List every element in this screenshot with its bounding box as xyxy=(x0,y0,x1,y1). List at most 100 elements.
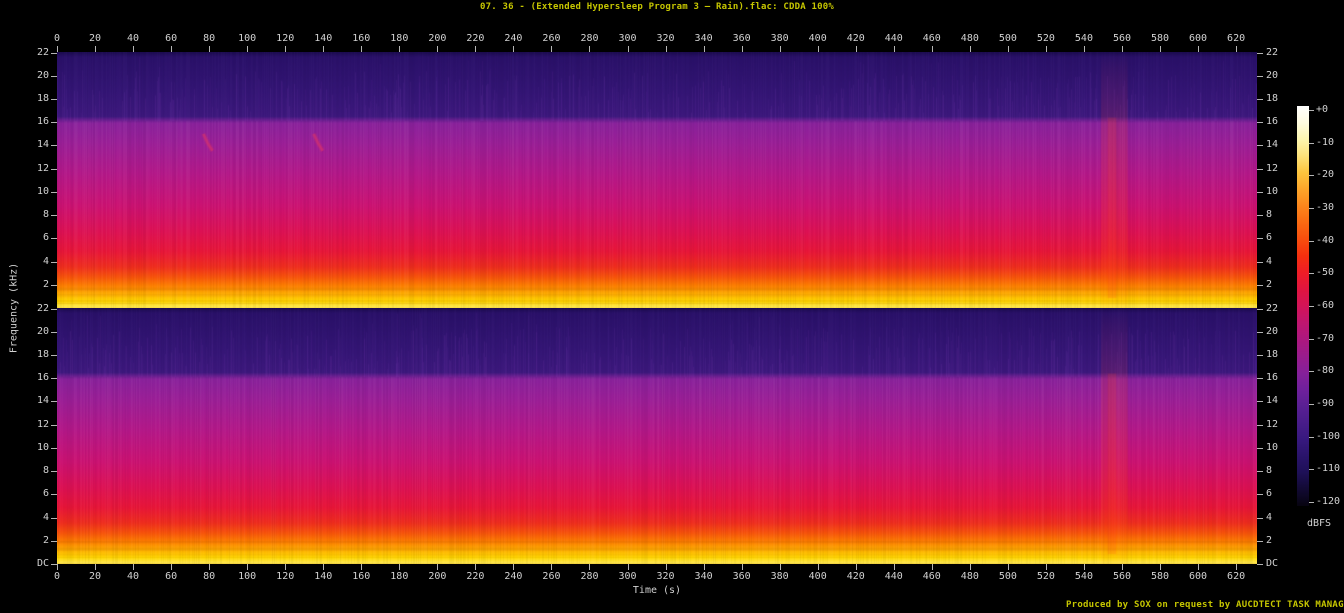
freq-tick-mark xyxy=(51,425,57,426)
freq-tick-label: 8 xyxy=(1266,209,1273,220)
time-tick-mark xyxy=(627,564,629,570)
freq-tick-label: 14 xyxy=(36,395,49,406)
time-tick-label: 540 xyxy=(1074,33,1093,44)
freq-tick-label: 8 xyxy=(1266,465,1273,476)
freq-tick-mark xyxy=(51,285,57,286)
time-tick-label: 620 xyxy=(1227,571,1246,582)
freq-tick-label: 20 xyxy=(1266,70,1279,81)
time-tick-label: 560 xyxy=(1112,571,1131,582)
time-tick-label: 140 xyxy=(314,33,333,44)
time-tick-mark xyxy=(1045,46,1047,52)
db-tick-mark xyxy=(1309,110,1314,111)
time-tick-label: 400 xyxy=(808,571,827,582)
time-axis-title: Time (s) xyxy=(632,585,682,596)
time-tick-mark xyxy=(437,46,439,52)
freq-tick-mark xyxy=(1257,285,1263,286)
time-tick-mark xyxy=(627,46,629,52)
freq-tick-label: 18 xyxy=(1266,93,1279,104)
freq-tick-label: 18 xyxy=(1266,349,1279,360)
freq-tick-mark xyxy=(1257,332,1263,333)
freq-tick-mark xyxy=(51,76,57,77)
freq-tick-label: 4 xyxy=(42,512,49,523)
db-tick-label: -30 xyxy=(1316,202,1335,213)
time-tick-mark xyxy=(1083,564,1085,570)
db-tick-mark xyxy=(1309,306,1314,307)
freq-tick-label: 8 xyxy=(42,209,49,220)
time-tick-label: 520 xyxy=(1036,571,1055,582)
time-tick-label: 140 xyxy=(314,571,333,582)
freq-tick-mark xyxy=(1257,448,1263,449)
freq-tick-mark xyxy=(1257,122,1263,123)
freq-tick-mark xyxy=(51,122,57,123)
time-tick-label: 520 xyxy=(1036,33,1055,44)
time-tick-mark xyxy=(1198,46,1200,52)
freq-tick-label: 6 xyxy=(42,232,49,243)
freq-tick-label: 10 xyxy=(1266,442,1279,453)
time-tick-mark xyxy=(133,564,135,570)
time-tick-label: 20 xyxy=(89,33,102,44)
freq-tick-label: 14 xyxy=(1266,139,1279,150)
time-tick-label: 240 xyxy=(504,571,523,582)
time-tick-mark xyxy=(133,46,135,52)
time-tick-label: 420 xyxy=(846,571,865,582)
freq-tick-label: 12 xyxy=(1266,163,1279,174)
time-tick-label: 300 xyxy=(618,571,637,582)
time-tick-mark xyxy=(475,564,477,570)
time-tick-mark xyxy=(209,46,211,52)
freq-tick-label: 22 xyxy=(36,303,49,314)
freq-tick-mark xyxy=(51,378,57,379)
time-tick-mark xyxy=(1160,564,1161,570)
freq-tick-label: 10 xyxy=(36,186,49,197)
freq-tick-mark xyxy=(51,541,57,542)
time-tick-label: 580 xyxy=(1150,571,1170,582)
time-tick-mark xyxy=(399,46,401,52)
time-tick-label: 100 xyxy=(238,33,257,44)
time-tick-label: 380 xyxy=(770,33,789,44)
time-tick-mark xyxy=(703,46,705,52)
freq-tick-mark xyxy=(51,471,57,472)
db-tick-label: -10 xyxy=(1316,137,1335,148)
time-tick-mark xyxy=(209,564,211,570)
time-tick-mark xyxy=(513,46,515,52)
time-tick-label: 180 xyxy=(390,33,409,44)
freq-tick-mark xyxy=(51,309,57,310)
time-tick-mark xyxy=(1121,46,1123,52)
freq-tick-label: 2 xyxy=(42,279,49,290)
freq-tick-mark xyxy=(51,564,57,565)
freq-tick-mark xyxy=(51,99,57,100)
time-tick-label: 620 xyxy=(1227,33,1246,44)
time-tick-mark xyxy=(95,564,97,570)
time-tick-mark xyxy=(247,564,249,570)
time-tick-mark xyxy=(855,46,857,52)
time-tick-label: 120 xyxy=(276,571,295,582)
time-tick-mark xyxy=(1198,564,1200,570)
time-tick-label: 220 xyxy=(466,571,485,582)
time-tick-label: 80 xyxy=(203,33,216,44)
db-tick-label: -70 xyxy=(1316,333,1335,344)
db-tick-mark xyxy=(1309,502,1314,503)
freq-tick-mark xyxy=(1257,378,1263,379)
freq-tick-mark xyxy=(1257,238,1263,239)
db-tick-label: -20 xyxy=(1316,169,1335,180)
time-tick-label: 600 xyxy=(1189,33,1208,44)
freq-tick-label: 8 xyxy=(42,465,49,476)
freq-tick-label: 4 xyxy=(1266,256,1273,267)
freq-tick-mark xyxy=(51,355,57,356)
time-tick-label: 480 xyxy=(960,33,979,44)
time-tick-mark xyxy=(817,46,819,52)
time-tick-mark xyxy=(779,564,781,570)
db-tick-label: -90 xyxy=(1316,398,1335,409)
time-tick-label: 260 xyxy=(542,571,561,582)
freq-tick-mark xyxy=(51,332,57,333)
time-tick-mark xyxy=(323,564,325,570)
time-tick-label: 280 xyxy=(580,33,599,44)
freq-tick-mark xyxy=(1257,564,1263,565)
db-tick-mark xyxy=(1309,469,1314,470)
time-tick-label: 200 xyxy=(428,33,447,44)
time-tick-label: 460 xyxy=(922,33,941,44)
time-tick-mark xyxy=(171,46,173,52)
time-tick-label: 40 xyxy=(127,571,140,582)
time-tick-mark xyxy=(551,564,553,570)
freq-tick-label: 18 xyxy=(36,349,49,360)
freq-tick-mark xyxy=(1257,192,1263,193)
